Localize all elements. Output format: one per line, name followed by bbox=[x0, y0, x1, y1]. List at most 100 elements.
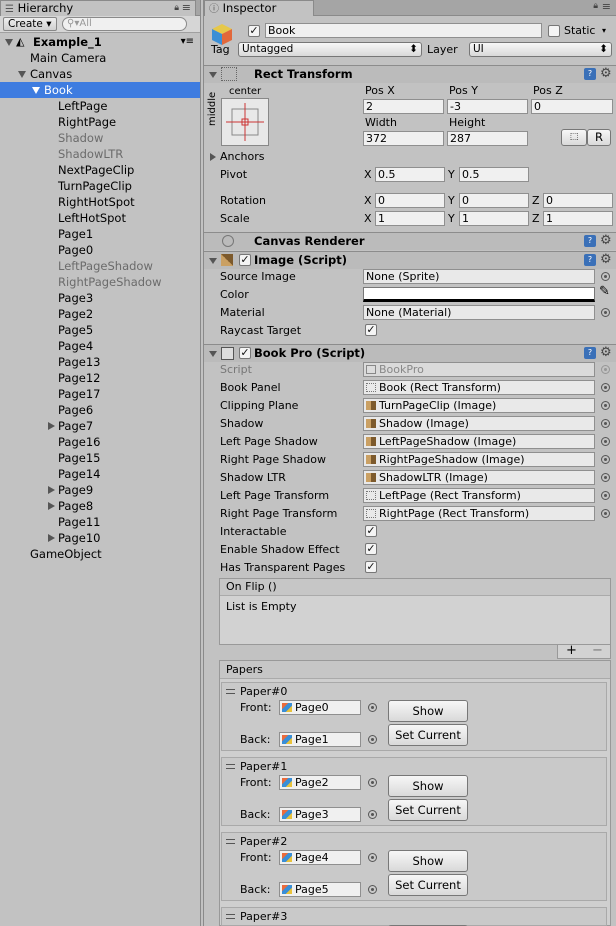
raycast-target-checkbox[interactable]: ✓ bbox=[365, 324, 377, 336]
drag-handle-icon[interactable] bbox=[226, 764, 235, 769]
hierarchy-item[interactable]: Page1 bbox=[0, 226, 200, 242]
layer-dropdown[interactable]: UI ⬍ bbox=[469, 42, 612, 57]
source-image-field[interactable]: None (Sprite) bbox=[363, 269, 595, 284]
help-book-icon[interactable]: ? bbox=[584, 347, 596, 359]
object-picker-icon[interactable] bbox=[368, 885, 377, 894]
object-picker-icon[interactable] bbox=[601, 401, 610, 410]
hierarchy-item[interactable]: Page9 bbox=[0, 482, 200, 498]
object-picker-icon[interactable] bbox=[601, 272, 610, 281]
raw-edit-button[interactable]: R bbox=[587, 129, 611, 146]
object-reference-field[interactable]: RightPage (Rect Transform) bbox=[363, 506, 595, 521]
hierarchy-item[interactable]: LeftPageShadow bbox=[0, 258, 200, 274]
fold-arrow-icon[interactable] bbox=[48, 502, 55, 510]
hierarchy-item[interactable]: RightHotSpot bbox=[0, 194, 200, 210]
scale-x-field[interactable]: 1 bbox=[375, 211, 445, 226]
toggle-checkbox[interactable]: ✓ bbox=[365, 543, 377, 555]
menu-icon[interactable]: ▾≡ bbox=[181, 34, 194, 50]
object-reference-field[interactable]: LeftPage (Rect Transform) bbox=[363, 488, 595, 503]
object-reference-field[interactable]: ShadowLTR (Image) bbox=[363, 470, 595, 485]
hierarchy-item[interactable]: Page2 bbox=[0, 306, 200, 322]
object-name-field[interactable]: Book bbox=[265, 23, 542, 38]
object-picker-icon[interactable] bbox=[601, 365, 610, 374]
gear-icon[interactable]: ⚙ bbox=[600, 345, 612, 360]
material-field[interactable]: None (Material) bbox=[363, 305, 595, 320]
back-page-field[interactable]: Page3 bbox=[279, 807, 361, 822]
fold-arrow-icon[interactable] bbox=[209, 258, 217, 264]
help-book-icon[interactable]: ? bbox=[584, 235, 596, 247]
fold-arrow-icon[interactable] bbox=[32, 87, 40, 94]
fold-arrow-icon[interactable] bbox=[48, 534, 55, 542]
back-page-field[interactable]: Page1 bbox=[279, 732, 361, 747]
image-script-header[interactable]: ✓ Image (Script) ? ⚙ bbox=[204, 251, 616, 269]
help-book-icon[interactable]: ? bbox=[584, 254, 596, 266]
static-dropdown-arrow[interactable]: ▾ bbox=[602, 24, 606, 38]
front-page-field[interactable]: Page0 bbox=[279, 700, 361, 715]
help-book-icon[interactable]: ? bbox=[584, 68, 596, 80]
set-current-button[interactable]: Set Current bbox=[388, 874, 468, 896]
gear-icon[interactable]: ⚙ bbox=[600, 252, 612, 267]
object-picker-icon[interactable] bbox=[601, 437, 610, 446]
hierarchy-item[interactable]: LeftPage bbox=[0, 98, 200, 114]
toggle-checkbox[interactable]: ✓ bbox=[365, 561, 377, 573]
anchors-label[interactable]: Anchors bbox=[220, 150, 265, 164]
drag-handle-icon[interactable] bbox=[226, 689, 235, 694]
pivot-x-field[interactable]: 0.5 bbox=[375, 167, 445, 182]
fold-arrow-icon[interactable] bbox=[5, 39, 13, 46]
hierarchy-item[interactable]: GameObject bbox=[0, 546, 200, 562]
hierarchy-item[interactable]: Book bbox=[0, 82, 200, 98]
anchor-preset-button[interactable] bbox=[221, 98, 269, 146]
fold-arrow-icon[interactable] bbox=[18, 71, 26, 78]
hierarchy-item[interactable]: Page3 bbox=[0, 290, 200, 306]
fold-arrow-icon[interactable] bbox=[209, 351, 217, 357]
hierarchy-item[interactable]: LeftHotSpot bbox=[0, 210, 200, 226]
front-page-field[interactable]: Page4 bbox=[279, 850, 361, 865]
set-current-button[interactable]: Set Current bbox=[388, 799, 468, 821]
hierarchy-item[interactable]: Page15 bbox=[0, 450, 200, 466]
scale-z-field[interactable]: 1 bbox=[543, 211, 613, 226]
object-picker-icon[interactable] bbox=[601, 509, 610, 518]
width-field[interactable]: 372 bbox=[363, 131, 444, 146]
create-button[interactable]: Create ▾ bbox=[3, 17, 57, 31]
hierarchy-item[interactable]: Page0 bbox=[0, 242, 200, 258]
color-field[interactable] bbox=[363, 287, 595, 302]
static-checkbox[interactable] bbox=[548, 25, 560, 37]
object-reference-field[interactable]: Book (Rect Transform) bbox=[363, 380, 595, 395]
drag-handle-icon[interactable] bbox=[226, 839, 235, 844]
height-field[interactable]: 287 bbox=[447, 131, 528, 146]
object-picker-icon[interactable] bbox=[368, 735, 377, 744]
back-page-field[interactable]: Page5 bbox=[279, 882, 361, 897]
hierarchy-item[interactable]: Page7 bbox=[0, 418, 200, 434]
object-picker-icon[interactable] bbox=[601, 491, 610, 500]
hierarchy-item[interactable]: Page14 bbox=[0, 466, 200, 482]
object-picker-icon[interactable] bbox=[368, 810, 377, 819]
search-input[interactable]: ⚲▾All bbox=[62, 17, 187, 31]
gear-icon[interactable]: ⚙ bbox=[600, 233, 612, 248]
rotation-z-field[interactable]: 0 bbox=[543, 193, 613, 208]
hierarchy-item[interactable]: Page12 bbox=[0, 370, 200, 386]
blueprint-mode-button[interactable]: ⬚ bbox=[561, 129, 587, 146]
anchors-fold-icon[interactable] bbox=[210, 153, 216, 161]
hierarchy-item[interactable]: Page13 bbox=[0, 354, 200, 370]
hierarchy-item[interactable]: ShadowLTR bbox=[0, 146, 200, 162]
front-page-field[interactable]: Page2 bbox=[279, 775, 361, 790]
object-reference-field[interactable]: TurnPageClip (Image) bbox=[363, 398, 595, 413]
object-reference-field[interactable]: RightPageShadow (Image) bbox=[363, 452, 595, 467]
hierarchy-item[interactable]: Shadow bbox=[0, 130, 200, 146]
hierarchy-item[interactable]: Page11 bbox=[0, 514, 200, 530]
eyedropper-icon[interactable]: ✎ bbox=[599, 285, 610, 299]
hierarchy-item[interactable]: Page6 bbox=[0, 402, 200, 418]
posy-field[interactable]: -3 bbox=[447, 99, 528, 114]
menu-icon[interactable]: ≡ bbox=[602, 0, 611, 13]
hierarchy-item[interactable]: Canvas bbox=[0, 66, 200, 82]
hierarchy-item[interactable]: Page4 bbox=[0, 338, 200, 354]
object-reference-field[interactable]: Shadow (Image) bbox=[363, 416, 595, 431]
image-enabled-checkbox[interactable]: ✓ bbox=[239, 254, 251, 266]
tab-inspector[interactable]: ⓘ Inspector bbox=[204, 0, 314, 16]
toggle-checkbox[interactable]: ✓ bbox=[365, 525, 377, 537]
posx-field[interactable]: 2 bbox=[363, 99, 444, 114]
menu-icon[interactable]: ≡ bbox=[182, 0, 191, 15]
object-picker-icon[interactable] bbox=[601, 455, 610, 464]
object-picker-icon[interactable] bbox=[368, 853, 377, 862]
active-checkbox[interactable]: ✓ bbox=[248, 25, 260, 37]
show-button[interactable]: Show bbox=[388, 700, 468, 722]
